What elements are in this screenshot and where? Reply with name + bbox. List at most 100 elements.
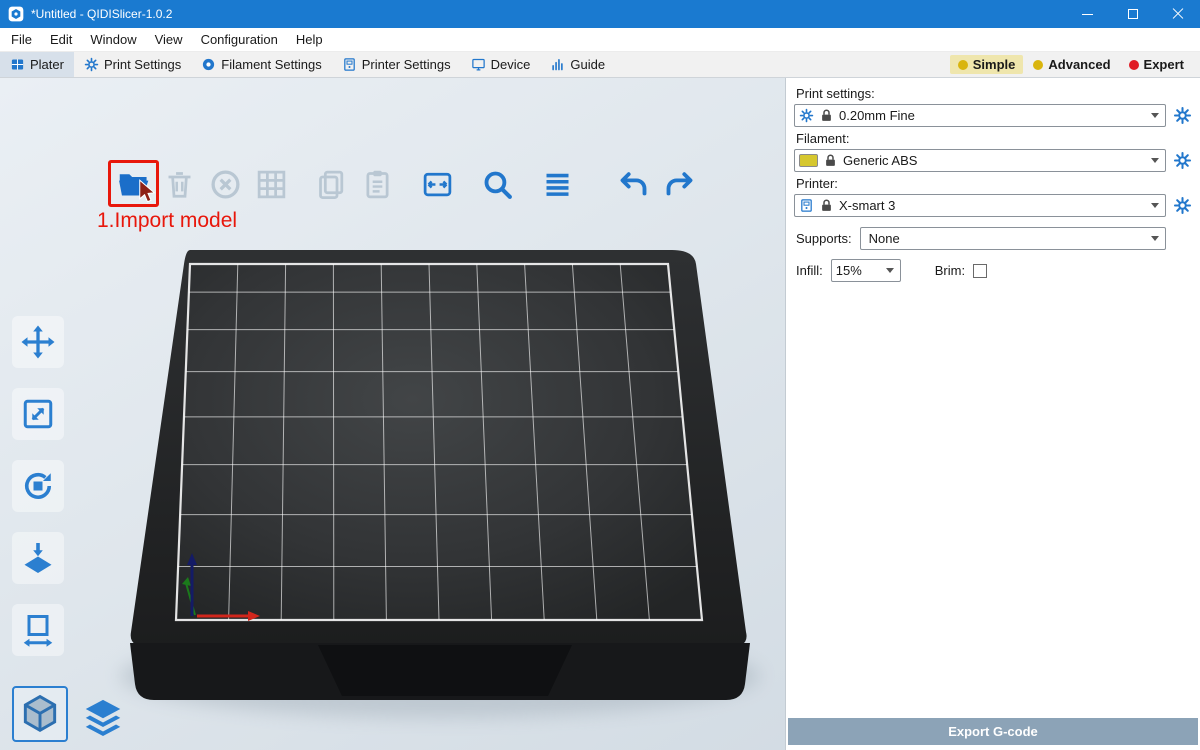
split-objects-button[interactable] bbox=[417, 164, 457, 204]
advanced-mode-dot-icon bbox=[1033, 60, 1043, 70]
search-button[interactable] bbox=[477, 164, 517, 204]
place-on-face-button[interactable] bbox=[12, 532, 64, 584]
supports-label: Supports: bbox=[796, 231, 852, 246]
copy-icon bbox=[315, 168, 348, 201]
guide-icon bbox=[550, 57, 565, 72]
plater-icon bbox=[10, 57, 25, 72]
mode-expert[interactable]: Expert bbox=[1121, 55, 1192, 74]
mode-label: Expert bbox=[1144, 57, 1184, 72]
redo-button[interactable] bbox=[659, 164, 699, 204]
tab-label: Filament Settings bbox=[221, 57, 321, 72]
undo-arrow-icon bbox=[617, 168, 650, 201]
paste-button[interactable] bbox=[357, 164, 397, 204]
infill-value: 15% bbox=[836, 263, 881, 278]
filament-color-swatch bbox=[799, 154, 818, 167]
maximize-button[interactable] bbox=[1110, 0, 1155, 28]
filament-combo[interactable]: Generic ABS bbox=[794, 149, 1166, 172]
mode-switcher: Simple Advanced Expert bbox=[950, 52, 1200, 77]
editor-view-button[interactable] bbox=[12, 686, 68, 742]
rotate-icon bbox=[20, 468, 56, 504]
preview-view-button[interactable] bbox=[80, 696, 126, 742]
infill-label: Infill: bbox=[796, 263, 823, 278]
printer-combo[interactable]: X-smart 3 bbox=[794, 194, 1166, 217]
mouse-cursor-icon bbox=[133, 178, 160, 205]
settings-panel: Print settings: 0.20mm Fine Filament: Ge… bbox=[786, 78, 1200, 750]
gear-icon bbox=[799, 108, 814, 123]
tab-label: Plater bbox=[30, 57, 64, 72]
lock-icon bbox=[819, 108, 834, 123]
move-arrows-icon bbox=[20, 324, 56, 360]
filament-icon bbox=[201, 57, 216, 72]
place-on-face-icon bbox=[20, 540, 56, 576]
copy-button[interactable] bbox=[311, 164, 351, 204]
tab-device[interactable]: Device bbox=[461, 52, 541, 77]
redo-arrow-icon bbox=[663, 168, 696, 201]
brim-checkbox[interactable] bbox=[973, 264, 987, 278]
move-button[interactable] bbox=[12, 316, 64, 368]
tab-label: Printer Settings bbox=[362, 57, 451, 72]
lock-icon bbox=[819, 198, 834, 213]
tab-label: Device bbox=[491, 57, 531, 72]
chevron-down-icon bbox=[1151, 203, 1159, 208]
print-settings-label: Print settings: bbox=[796, 86, 1192, 101]
export-gcode-button[interactable]: Export G-code bbox=[788, 718, 1198, 745]
chevron-down-icon bbox=[886, 268, 894, 273]
menu-help[interactable]: Help bbox=[287, 28, 332, 51]
minimize-icon bbox=[1082, 14, 1093, 15]
undo-button[interactable] bbox=[613, 164, 653, 204]
gizmo-toolbar bbox=[12, 316, 64, 656]
print-settings-gear-button[interactable] bbox=[1173, 106, 1192, 125]
delete-all-button[interactable] bbox=[205, 164, 245, 204]
annotation-text: 1.Import model bbox=[97, 209, 237, 233]
search-icon bbox=[481, 168, 514, 201]
mode-simple[interactable]: Simple bbox=[950, 55, 1024, 74]
view-switch bbox=[12, 686, 126, 742]
window-title: *Untitled - QIDISlicer-1.0.2 bbox=[31, 7, 172, 21]
close-button[interactable] bbox=[1155, 0, 1200, 28]
menu-view[interactable]: View bbox=[146, 28, 192, 51]
filament-gear-button[interactable] bbox=[1173, 151, 1192, 170]
simple-mode-dot-icon bbox=[958, 60, 968, 70]
mode-advanced[interactable]: Advanced bbox=[1025, 55, 1118, 74]
tab-guide[interactable]: Guide bbox=[540, 52, 615, 77]
scale-button[interactable] bbox=[12, 388, 64, 440]
arrange-button[interactable] bbox=[251, 164, 291, 204]
list-icon bbox=[541, 168, 574, 201]
delete-button[interactable] bbox=[159, 164, 199, 204]
gear-icon bbox=[84, 57, 99, 72]
menu-window[interactable]: Window bbox=[81, 28, 145, 51]
printer-gear-button[interactable] bbox=[1173, 196, 1192, 215]
printer-value: X-smart 3 bbox=[839, 198, 1146, 213]
tab-print-settings[interactable]: Print Settings bbox=[74, 52, 191, 77]
layers-icon bbox=[80, 696, 126, 742]
minimize-button[interactable] bbox=[1065, 0, 1110, 28]
chevron-down-icon bbox=[1151, 113, 1159, 118]
printer-label: Printer: bbox=[796, 176, 1192, 191]
viewport-toolbar bbox=[113, 164, 699, 204]
window-controls bbox=[1065, 0, 1200, 28]
scale-icon bbox=[20, 396, 56, 432]
expert-mode-dot-icon bbox=[1129, 60, 1139, 70]
grid-icon bbox=[255, 168, 288, 201]
menu-file[interactable]: File bbox=[2, 28, 41, 51]
rotate-button[interactable] bbox=[12, 460, 64, 512]
tab-filament-settings[interactable]: Filament Settings bbox=[191, 52, 331, 77]
infill-combo[interactable]: 15% bbox=[831, 259, 901, 282]
supports-value: None bbox=[865, 231, 1146, 246]
menu-bar: File Edit Window View Configuration Help bbox=[0, 28, 1200, 52]
maximize-icon bbox=[1128, 9, 1138, 19]
print-settings-combo[interactable]: 0.20mm Fine bbox=[794, 104, 1166, 127]
tab-printer-settings[interactable]: Printer Settings bbox=[332, 52, 461, 77]
chevron-down-icon bbox=[1151, 158, 1159, 163]
supports-combo[interactable]: None bbox=[860, 227, 1166, 250]
circle-x-icon bbox=[209, 168, 242, 201]
qidislicer-window: *Untitled - QIDISlicer-1.0.2 File Edit W… bbox=[0, 0, 1200, 750]
menu-configuration[interactable]: Configuration bbox=[192, 28, 287, 51]
viewport-3d[interactable]: 1.Import model bbox=[0, 78, 786, 750]
menu-edit[interactable]: Edit bbox=[41, 28, 81, 51]
measure-button[interactable] bbox=[12, 604, 64, 656]
app-logo-icon bbox=[8, 6, 24, 22]
print-settings-value: 0.20mm Fine bbox=[839, 108, 1146, 123]
object-list-button[interactable] bbox=[537, 164, 577, 204]
tab-plater[interactable]: Plater bbox=[0, 52, 74, 77]
